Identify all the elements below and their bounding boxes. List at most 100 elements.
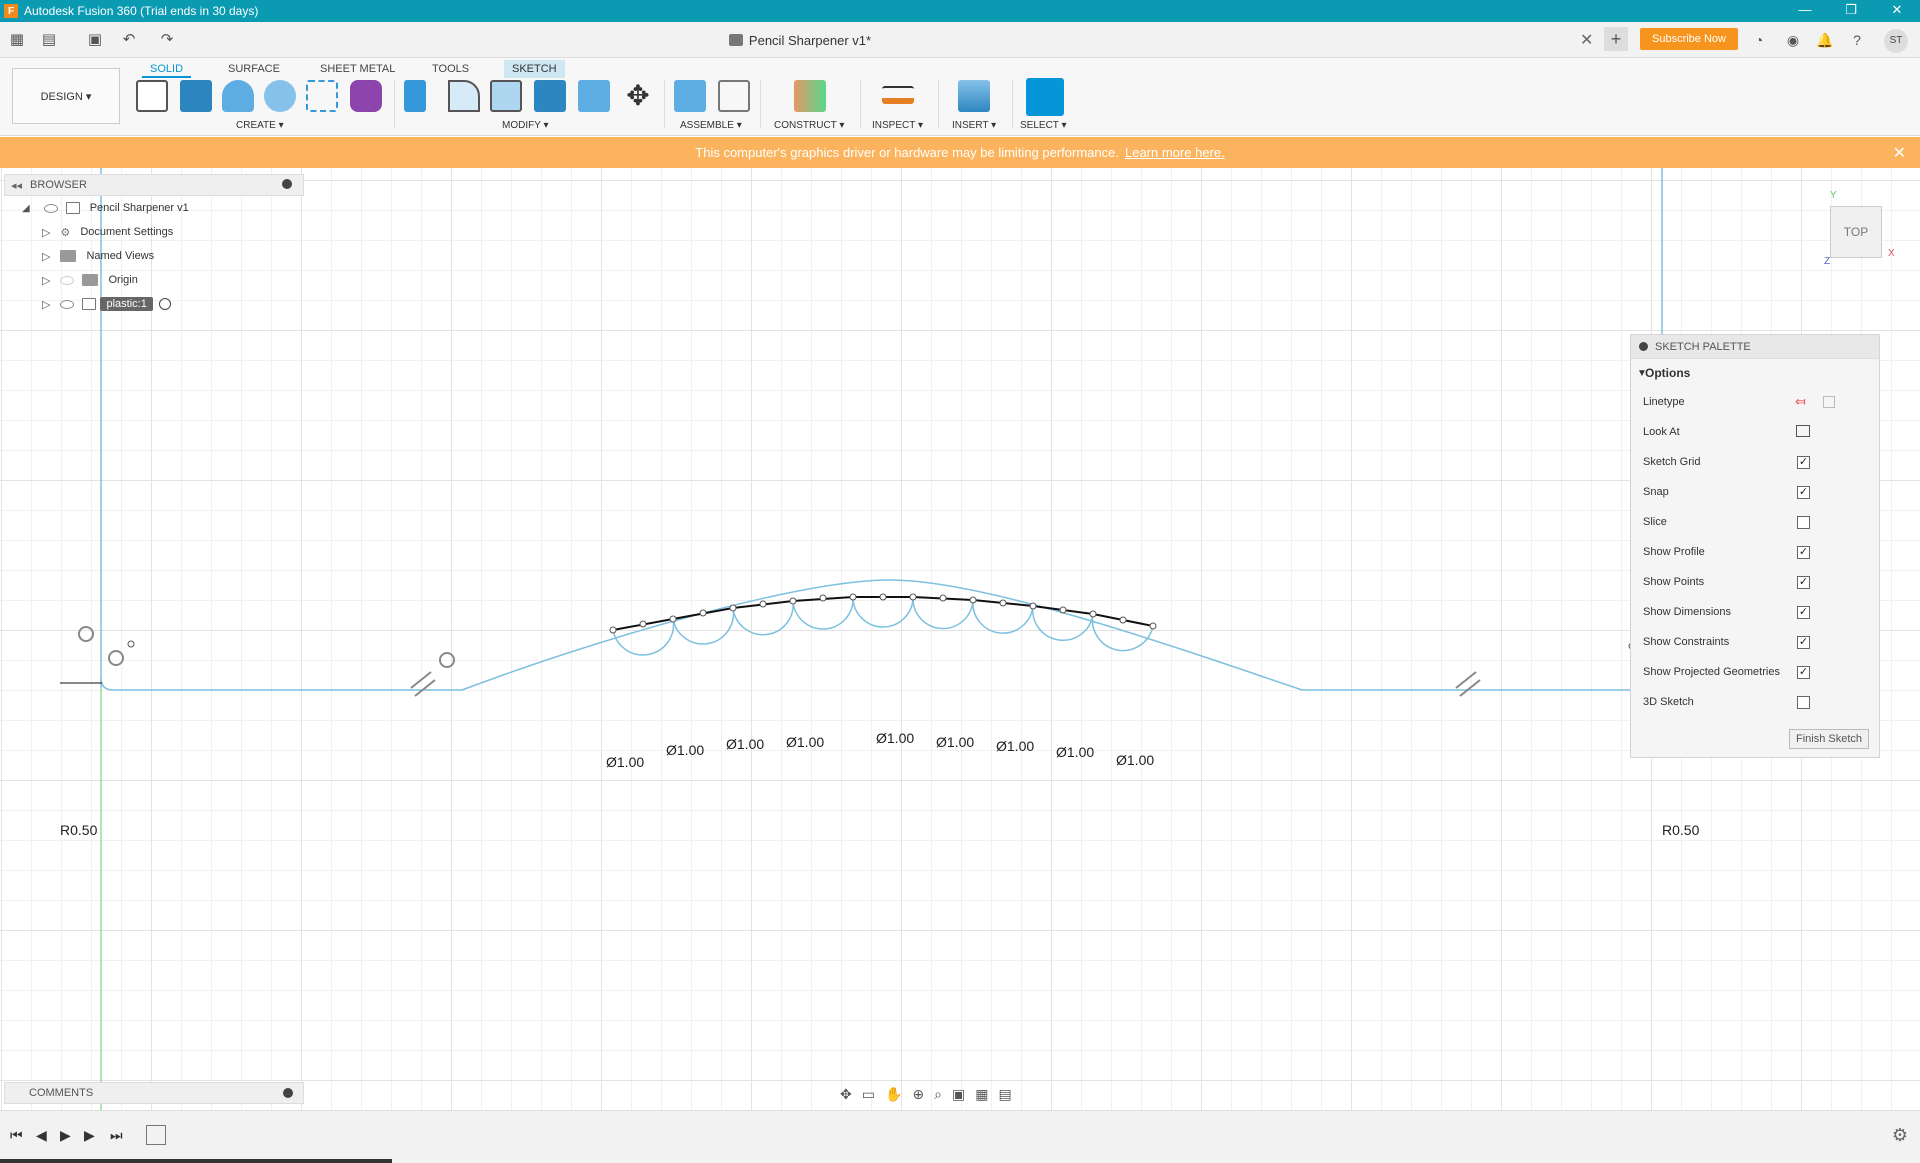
collapse-panel-icon[interactable]: ◂◂ [11, 179, 22, 192]
diameter-dimension[interactable]: Ø1.00 [1056, 744, 1094, 760]
tab-sheet-metal[interactable]: SHEET METAL [312, 60, 403, 78]
step-forward-icon[interactable]: ▶ [84, 1127, 95, 1144]
insert-image-icon[interactable] [958, 80, 990, 112]
press-pull-icon[interactable] [404, 80, 426, 112]
browser-item-root[interactable]: ◢ Pencil Sharpener v1 [4, 196, 304, 220]
timeline-settings-gear-icon[interactable]: ⚙ [1892, 1125, 1908, 1146]
notifications-bell-icon[interactable]: 🔔 [1814, 29, 1836, 51]
add-comment-icon[interactable] [283, 1088, 293, 1098]
snap-checkbox[interactable]: ✓ [1797, 486, 1810, 499]
expand-triangle-icon[interactable]: ▷ [42, 250, 50, 263]
show-points-checkbox[interactable]: ✓ [1797, 576, 1810, 589]
restore-icon[interactable]: ❐ [1828, 0, 1874, 22]
browser-item-named-views[interactable]: ▷ Named Views [4, 244, 304, 268]
diameter-dimension[interactable]: Ø1.00 [786, 734, 824, 750]
help-icon[interactable]: ? [1846, 29, 1868, 51]
pan-hand-icon[interactable]: ✋ [885, 1086, 902, 1103]
job-status-icon[interactable]: ◔ [1748, 29, 1770, 51]
slice-checkbox[interactable] [1797, 516, 1810, 529]
extensions-icon[interactable]: ◉ [1782, 29, 1804, 51]
fillet-icon[interactable] [448, 80, 480, 112]
select-icon[interactable] [1026, 78, 1064, 116]
centerline-linetype-icon[interactable] [1823, 396, 1835, 408]
expand-triangle-icon[interactable]: ▷ [42, 298, 50, 311]
hidden-eye-icon[interactable] [60, 275, 75, 285]
learn-more-link[interactable]: Learn more here. [1125, 145, 1225, 160]
timeline-sketch-feature-icon[interactable] [146, 1125, 166, 1145]
collapse-triangle-icon[interactable]: ◢ [22, 203, 30, 214]
sketch-palette-header[interactable]: SKETCH PALETTE [1631, 335, 1879, 359]
workspace-switcher-button[interactable]: DESIGN ▾ [12, 68, 120, 124]
diameter-dimension[interactable]: Ø1.00 [996, 738, 1034, 754]
visibility-eye-icon[interactable] [43, 203, 58, 213]
show-projected-geometries-checkbox[interactable]: ✓ [1797, 666, 1810, 679]
diameter-dimension[interactable]: Ø1.00 [666, 742, 704, 758]
split-body-icon[interactable] [578, 80, 610, 112]
move-copy-icon[interactable]: ✥ [622, 80, 654, 112]
pin-panel-icon[interactable] [282, 179, 292, 189]
diameter-dimension[interactable]: Ø1.00 [1116, 752, 1154, 768]
collapse-palette-icon[interactable] [1639, 342, 1648, 351]
browser-header[interactable]: ◂◂ BROWSER [4, 174, 304, 196]
offset-plane-icon[interactable] [794, 80, 826, 112]
revolve-icon[interactable] [222, 80, 254, 112]
expand-triangle-icon[interactable]: ▷ [42, 274, 50, 287]
extrude-icon[interactable] [180, 80, 212, 112]
finish-sketch-button[interactable]: Finish Sketch [1788, 729, 1869, 749]
look-at-icon[interactable] [1796, 425, 1810, 437]
inspect-menu[interactable]: INSPECT ▾ [872, 120, 923, 131]
tab-tools[interactable]: TOOLS [424, 60, 477, 78]
new-tab-button[interactable]: + [1604, 27, 1628, 51]
diameter-dimension[interactable]: Ø1.00 [726, 736, 764, 752]
go-to-end-icon[interactable]: ⏭ [110, 1127, 123, 1144]
measure-icon[interactable] [882, 86, 914, 104]
construct-menu[interactable]: CONSTRUCT ▾ [774, 120, 844, 131]
zoom-icon[interactable]: ⊕ [912, 1086, 924, 1103]
show-dimensions-checkbox[interactable]: ✓ [1797, 606, 1810, 619]
radius-dimension-right[interactable]: R0.50 [1662, 822, 1699, 838]
close-icon[interactable]: ✕ [1874, 0, 1920, 22]
tab-solid[interactable]: SOLID [142, 60, 192, 78]
view-cube[interactable]: TOP [1830, 206, 1882, 258]
hole-icon[interactable] [264, 80, 296, 112]
sketch-grid-checkbox[interactable]: ✓ [1797, 456, 1810, 469]
user-avatar[interactable]: ST [1884, 29, 1908, 53]
play-icon[interactable]: ▶ [60, 1127, 71, 1144]
create-menu[interactable]: CREATE ▾ [236, 120, 284, 131]
fit-window-icon[interactable]: ⌕ [934, 1086, 942, 1103]
pattern-icon[interactable] [306, 80, 338, 112]
shell-icon[interactable] [490, 80, 522, 112]
viewports-icon[interactable]: ▤ [998, 1086, 1011, 1103]
create-form-icon[interactable] [350, 80, 382, 112]
browser-item-component[interactable]: ▷ plastic:1 [4, 292, 304, 316]
display-settings-icon[interactable]: ▣ [952, 1086, 965, 1103]
diameter-dimension[interactable]: Ø1.00 [876, 730, 914, 746]
subscribe-button[interactable]: Subscribe Now [1640, 28, 1738, 50]
document-tab[interactable]: Pencil Sharpener v1* [0, 22, 1600, 58]
minimize-icon[interactable]: — [1782, 0, 1828, 22]
step-back-icon[interactable]: ◀ [36, 1127, 47, 1144]
modify-menu[interactable]: MODIFY ▾ [502, 120, 549, 131]
assemble-menu[interactable]: ASSEMBLE ▾ [680, 120, 742, 131]
close-tab-icon[interactable]: ✕ [1580, 30, 1593, 50]
create-sketch-icon[interactable] [136, 80, 168, 112]
go-to-start-icon[interactable]: ⏮ [10, 1127, 23, 1144]
show-profile-checkbox[interactable]: ✓ [1797, 546, 1810, 559]
new-component-icon[interactable] [674, 80, 706, 112]
orbit-icon[interactable]: ✥ [840, 1086, 852, 1103]
look-at-nav-icon[interactable]: ▭ [862, 1086, 875, 1103]
activate-component-icon[interactable] [158, 298, 171, 310]
visibility-eye-icon[interactable] [60, 299, 75, 309]
insert-menu[interactable]: INSERT ▾ [952, 120, 996, 131]
options-section-header[interactable]: ▼ Options [1631, 359, 1879, 387]
close-banner-icon[interactable]: ✕ [1893, 143, 1906, 163]
joint-icon[interactable] [718, 80, 750, 112]
construction-linetype-icon[interactable]: ⤆ [1795, 394, 1806, 410]
tab-sketch[interactable]: SKETCH [504, 60, 565, 78]
3d-sketch-checkbox[interactable] [1797, 696, 1810, 709]
select-menu[interactable]: SELECT ▾ [1020, 120, 1067, 131]
radius-dimension-left[interactable]: R0.50 [60, 822, 97, 838]
expand-triangle-icon[interactable]: ▷ [42, 226, 50, 239]
browser-item-origin[interactable]: ▷ Origin [4, 268, 304, 292]
combine-icon[interactable] [534, 80, 566, 112]
